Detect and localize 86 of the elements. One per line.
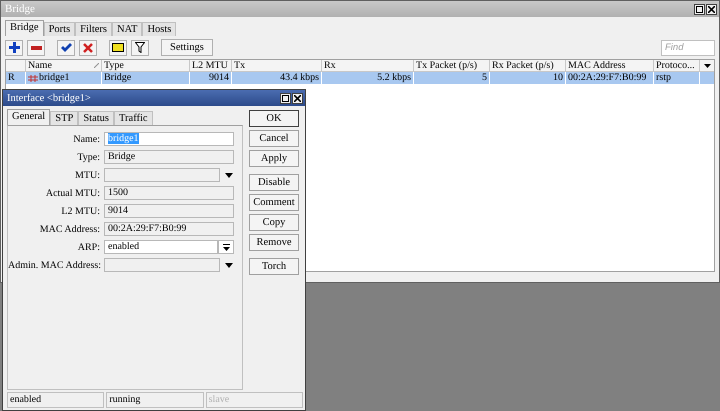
close-button[interactable] xyxy=(706,4,717,14)
field-label: Admin. MAC Address: xyxy=(8,260,102,270)
remove-button[interactable] xyxy=(27,40,45,56)
table-cell: 00:2A:29:F7:B0:99 xyxy=(568,72,646,84)
table-row[interactable]: R bridge1 Bridge 9014 43.4 kbps 5.2 kbps 5 10 00:2A:29:F7:B0:99 rstp xyxy=(6,72,714,84)
dialog-button[interactable]: Apply xyxy=(249,150,299,167)
comment-button[interactable] xyxy=(109,40,127,56)
column-header[interactable]: Type xyxy=(102,60,190,72)
tab[interactable]: Traffic xyxy=(114,111,153,125)
column-header[interactable]: MAC Address xyxy=(566,60,654,72)
tab[interactable]: Bridge xyxy=(5,20,44,36)
column-header[interactable]: Tx Packet (p/s) xyxy=(414,60,490,72)
caret-icon xyxy=(704,64,710,68)
field-label: ARP: xyxy=(76,242,101,252)
tab[interactable]: STP xyxy=(50,111,78,125)
tab[interactable]: Ports xyxy=(44,22,76,36)
readonly-field: 9014 xyxy=(104,204,234,218)
minus-icon xyxy=(30,46,42,50)
table-cell: 5.2 kbps xyxy=(377,72,411,84)
dropdown-field[interactable] xyxy=(104,258,220,272)
filter-button[interactable] xyxy=(131,40,149,56)
column-header[interactable]: Tx xyxy=(232,60,322,72)
maximize-icon xyxy=(696,6,703,12)
close-icon xyxy=(294,94,301,102)
caret-icon xyxy=(225,172,233,178)
readonly-field: Bridge xyxy=(104,150,234,164)
field-label: MTU: xyxy=(74,170,101,180)
table-cell: R xyxy=(8,72,15,84)
sort-icon xyxy=(94,63,99,68)
field-label: Type: xyxy=(76,152,101,162)
column-header[interactable]: Rx xyxy=(322,60,414,72)
close-button[interactable] xyxy=(292,92,303,104)
dialog-button[interactable]: Copy xyxy=(249,214,299,231)
window-title: Bridge xyxy=(5,3,36,15)
caret-icon xyxy=(225,262,233,268)
field-label: Actual MTU: xyxy=(44,188,101,198)
tab[interactable]: General xyxy=(7,109,50,125)
tab[interactable]: Filters xyxy=(75,22,112,36)
dropdown-button[interactable] xyxy=(218,240,234,254)
note-icon xyxy=(112,43,124,52)
maximize-button[interactable] xyxy=(280,92,291,104)
table-cell: rstp xyxy=(656,72,671,84)
table-cell: Bridge xyxy=(104,72,132,84)
status-cell: running xyxy=(106,392,204,408)
check-icon xyxy=(60,43,72,52)
maximize-icon xyxy=(282,94,289,102)
select-field[interactable]: enabled xyxy=(104,240,218,254)
enable-button[interactable] xyxy=(57,40,75,56)
disable-button[interactable] xyxy=(79,40,97,56)
dialog-button[interactable]: Torch xyxy=(249,258,299,275)
readonly-field: 00:2A:29:F7:B0:99 xyxy=(104,222,234,236)
column-header[interactable]: Rx Packet (p/s) xyxy=(490,60,566,72)
cross-icon xyxy=(83,42,93,52)
filter-icon xyxy=(135,42,145,53)
dialog-button[interactable]: Cancel xyxy=(249,130,299,147)
status-cell: enabled xyxy=(7,392,104,408)
close-icon xyxy=(708,6,715,12)
table-cell: 43.4 kbps xyxy=(280,72,319,84)
dialog-button[interactable]: Comment xyxy=(249,194,299,211)
table-cell: 10 xyxy=(553,72,563,84)
column-header[interactable]: Name xyxy=(26,60,102,72)
tab[interactable]: NAT xyxy=(112,22,142,36)
dropdown-field[interactable] xyxy=(104,168,220,182)
field-label: L2 MTU: xyxy=(60,206,101,216)
field-label: Name: xyxy=(72,134,101,144)
maximize-button[interactable] xyxy=(694,4,705,14)
column-header[interactable]: Protoco... xyxy=(654,60,700,72)
table-cell: 5 xyxy=(482,72,487,84)
status-cell: slave xyxy=(206,392,303,408)
settings-button[interactable]: Settings xyxy=(161,39,213,56)
table-cell: bridge1 xyxy=(39,72,70,84)
add-button[interactable] xyxy=(5,40,23,56)
tab[interactable]: Status xyxy=(78,111,114,125)
column-header[interactable]: L2 MTU xyxy=(190,60,232,72)
plus-icon xyxy=(8,42,20,53)
field-label: MAC Address: xyxy=(38,224,101,234)
caret-icon xyxy=(222,244,230,250)
table-cell: 9014 xyxy=(209,72,229,84)
tab[interactable]: Hosts xyxy=(142,22,176,36)
dialog-button[interactable]: Disable xyxy=(249,174,299,191)
dialog-button[interactable]: OK xyxy=(249,110,299,127)
column-menu-button[interactable] xyxy=(700,60,714,72)
readonly-field: 1500 xyxy=(104,186,234,200)
dialog-button[interactable]: Remove xyxy=(249,234,299,251)
dialog-title: Interface <bridge1> xyxy=(7,92,92,104)
find-field[interactable]: Find xyxy=(661,40,715,56)
